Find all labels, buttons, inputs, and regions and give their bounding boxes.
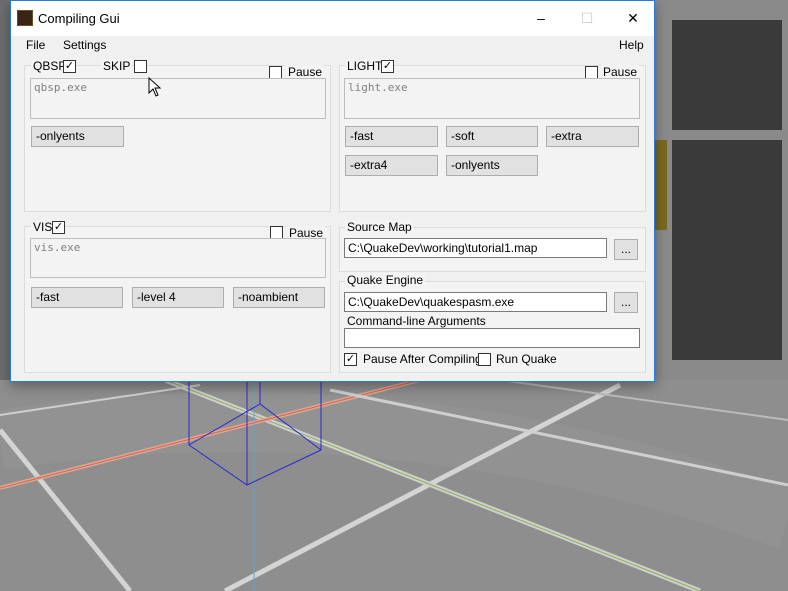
mouse-cursor-icon: [148, 77, 162, 97]
title-bar: Compiling Gui – ☐ ✕: [11, 1, 654, 36]
compiling-gui-window: Compiling Gui – ☐ ✕ File Settings Help Q…: [10, 0, 655, 382]
qbsp-exe-field[interactable]: qbsp.exe: [30, 78, 326, 119]
quake-app-icon: [17, 10, 33, 26]
menu-help[interactable]: Help: [619, 38, 644, 52]
maximize-button[interactable]: ☐: [564, 1, 610, 36]
qbsp-checkbox[interactable]: ✓: [63, 60, 76, 73]
qbsp-skip-label: SKIP: [101, 59, 133, 73]
vis-exe-field[interactable]: vis.exe: [30, 238, 326, 278]
quake-engine-input[interactable]: C:\QuakeDev\quakespasm.exe: [344, 292, 607, 312]
light-label: LIGHT: [345, 59, 385, 73]
qbsp-pause-label: Pause: [286, 65, 325, 79]
vis-fast-button[interactable]: -fast: [31, 287, 123, 308]
minimize-button[interactable]: –: [518, 1, 564, 36]
source-map-input[interactable]: C:\QuakeDev\working\tutorial1.map: [344, 238, 607, 258]
qbsp-onlyents-button[interactable]: -onlyents: [31, 126, 124, 147]
vis-level4-button[interactable]: -level 4: [132, 287, 224, 308]
window-title: Compiling Gui: [38, 11, 120, 26]
light-onlyents-button[interactable]: -onlyents: [446, 155, 538, 176]
vis-noambient-button[interactable]: -noambient: [233, 287, 325, 308]
run-quake-label: Run Quake: [494, 352, 559, 366]
light-checkbox[interactable]: ✓: [381, 60, 394, 73]
source-map-label: Source Map: [345, 220, 414, 234]
vis-label: VIS: [31, 220, 55, 234]
light-exe-field[interactable]: light.exe: [344, 78, 640, 119]
menu-file[interactable]: File: [26, 38, 45, 52]
qbsp-skip-checkbox[interactable]: [134, 60, 147, 73]
pause-after-compiling-label: Pause After Compiling: [361, 352, 484, 366]
command-line-arguments-label: Command-line Arguments: [345, 314, 488, 328]
quake-engine-browse-button[interactable]: ...: [614, 292, 638, 313]
quake-engine-label: Quake Engine: [345, 273, 426, 287]
pause-after-compiling-checkbox[interactable]: ✓: [344, 353, 357, 366]
light-soft-button[interactable]: -soft: [446, 126, 538, 147]
menu-settings[interactable]: Settings: [63, 38, 106, 52]
close-button[interactable]: ✕: [610, 1, 656, 36]
run-quake-checkbox[interactable]: [478, 353, 491, 366]
light-extra-button[interactable]: -extra: [546, 126, 639, 147]
light-extra4-button[interactable]: -extra4: [345, 155, 438, 176]
menu-bar: File Settings Help: [11, 36, 654, 56]
command-line-arguments-input[interactable]: [344, 328, 640, 348]
light-fast-button[interactable]: -fast: [345, 126, 438, 147]
light-pause-label: Pause: [601, 65, 640, 79]
source-map-browse-button[interactable]: ...: [614, 239, 638, 260]
vis-checkbox[interactable]: ✓: [52, 221, 65, 234]
